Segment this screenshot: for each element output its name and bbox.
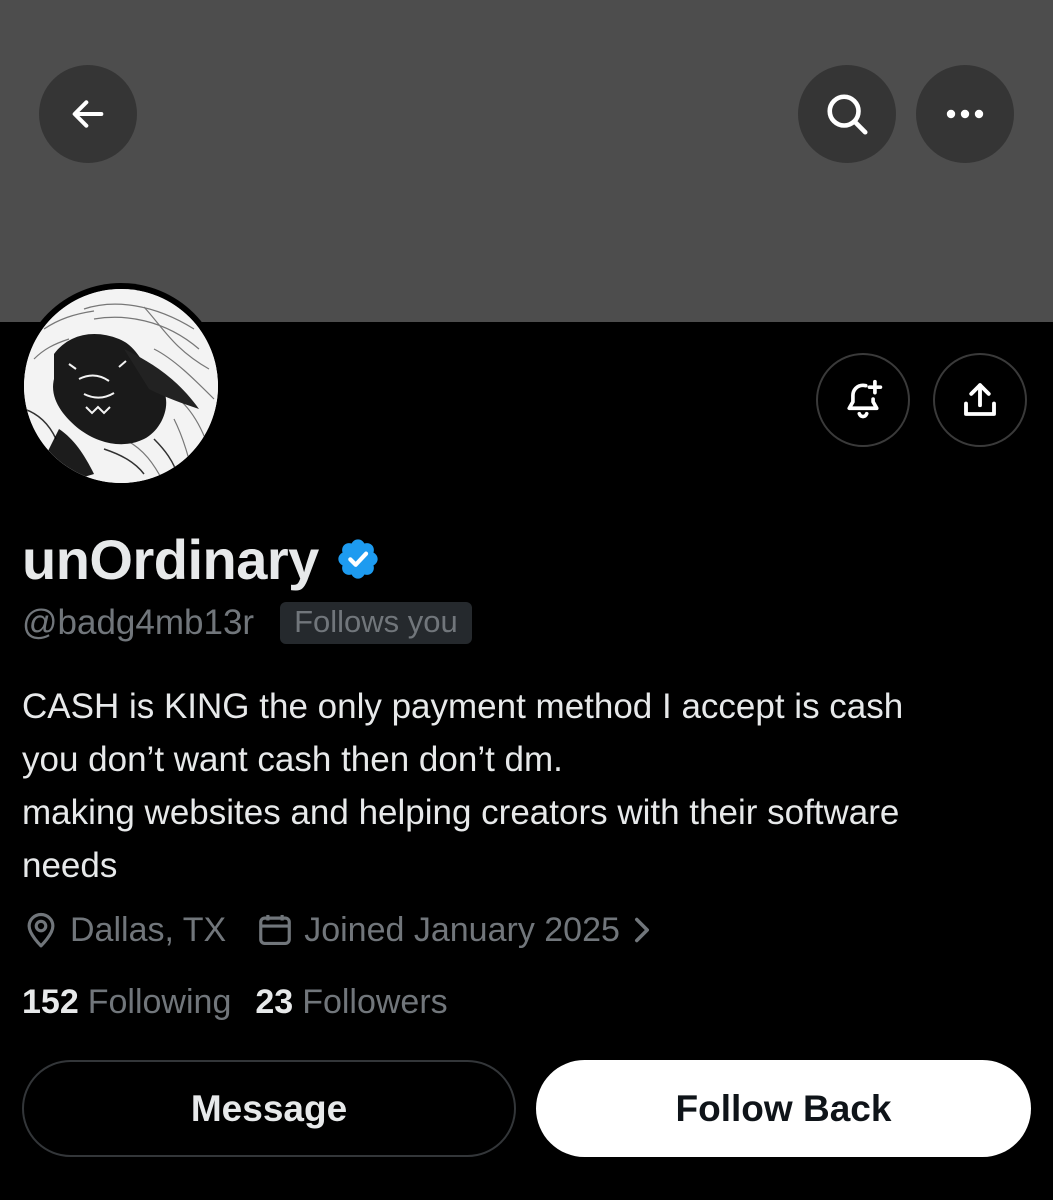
username-handle: @badg4mb13r (22, 603, 255, 642)
more-horizontal-icon (946, 109, 984, 119)
followers-label: Followers (302, 982, 448, 1021)
profile-banner[interactable] (0, 0, 1053, 322)
following-stat[interactable]: 152 Following (22, 983, 231, 1022)
following-label: Following (87, 982, 232, 1021)
followers-stat[interactable]: 23 Followers (255, 983, 447, 1022)
arrow-left-icon (72, 100, 104, 128)
share-icon (964, 383, 996, 416)
handle-row: @badg4mb13r Follows you (22, 600, 472, 646)
bio-line: needs (22, 846, 118, 885)
more-options-button[interactable] (916, 65, 1014, 163)
following-count: 152 (22, 982, 79, 1021)
joined-text: Joined January 2025 (304, 910, 620, 949)
search-button[interactable] (798, 65, 896, 163)
location-text: Dallas, TX (70, 910, 227, 949)
joined-date-link[interactable]: Joined January 2025 (256, 911, 652, 950)
share-button[interactable] (933, 353, 1027, 447)
chevron-right-icon (634, 917, 649, 943)
follow-back-button[interactable]: Follow Back (536, 1060, 1031, 1157)
bell-plus-icon (847, 379, 883, 419)
bio-line: CASH is KING the only payment method I a… (22, 687, 904, 726)
profile-bio: CASH is KING the only payment method I a… (22, 680, 1032, 892)
follows-you-badge: Follows you (280, 602, 472, 644)
notification-button[interactable] (816, 353, 910, 447)
avatar-image (24, 289, 218, 483)
followers-count: 23 (255, 982, 294, 1021)
location-item: Dallas, TX (22, 911, 226, 950)
location-pin-icon (27, 912, 55, 948)
verified-badge-icon[interactable] (335, 536, 381, 582)
display-name-row: unOrdinary (22, 526, 381, 592)
display-name: unOrdinary (22, 527, 319, 591)
message-button[interactable]: Message (22, 1060, 516, 1157)
bio-line: making websites and helping creators wit… (22, 793, 900, 832)
bio-line: you don’t want cash then don’t dm. (22, 740, 563, 779)
calendar-icon (259, 914, 292, 946)
profile-meta: Dallas, TX Joined January 2025 (22, 906, 652, 954)
follow-stats: 152 Following 23 Followers (22, 978, 448, 1026)
profile-avatar[interactable] (18, 283, 224, 489)
back-button[interactable] (39, 65, 137, 163)
search-icon (827, 94, 868, 135)
